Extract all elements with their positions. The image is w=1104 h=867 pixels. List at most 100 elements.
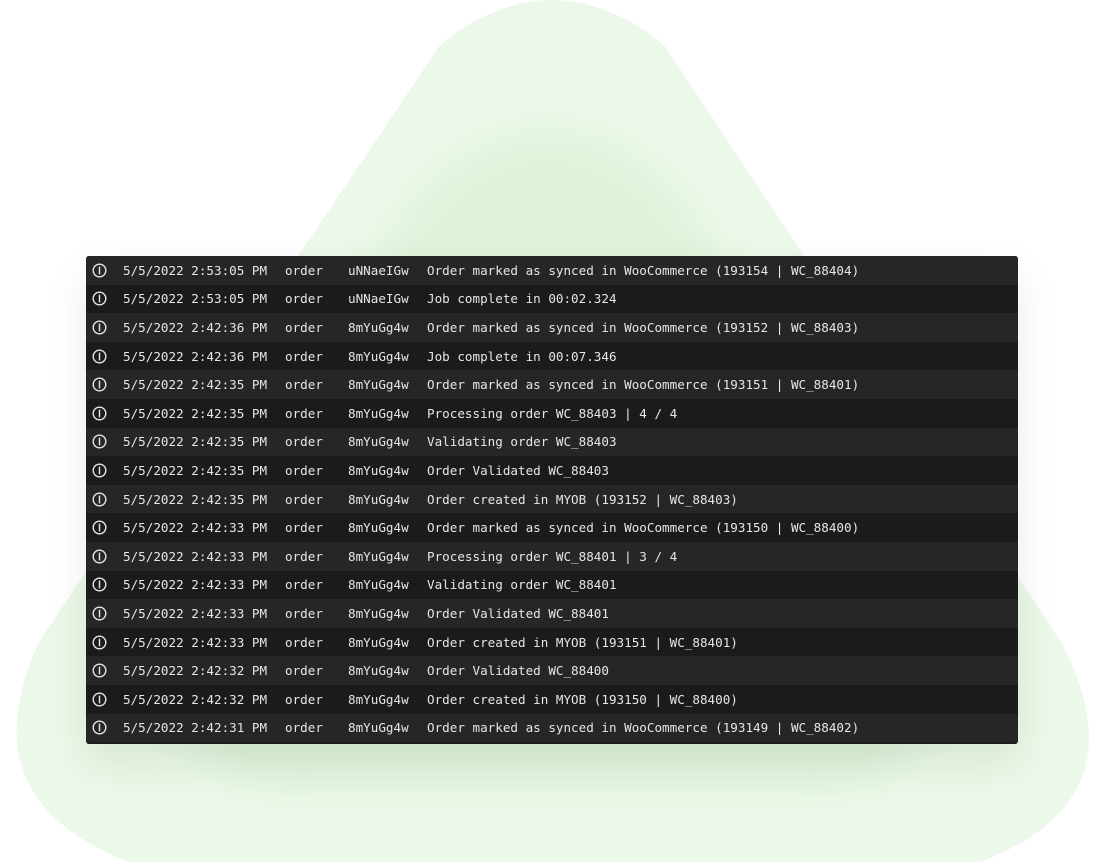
- log-job-id: 8mYuGg4w: [348, 348, 409, 364]
- log-row: 5/5/2022 2:42:35 PM order 8mYuGg4w Order Va…: [86, 456, 1018, 485]
- log-row: 5/5/2022 2:42:33 PM order 8mYuGg4w Processi…: [86, 541, 1018, 571]
- log-type: order: [285, 262, 323, 278]
- log-row: 5/5/2022 2:42:36 PM order 8mYuGg4w Order ma…: [86, 313, 1018, 342]
- log-type: order: [285, 405, 323, 421]
- log-message: Job complete in 00:02.324: [427, 291, 617, 307]
- log-timestamp: 5/5/2022 2:53:05 PM: [123, 262, 268, 278]
- log-type: order: [285, 691, 323, 707]
- log-timestamp: 5/5/2022 2:42:33 PM: [123, 605, 268, 621]
- info-icon: [92, 320, 107, 335]
- log-job-id: 8mYuGg4w: [348, 377, 409, 393]
- log-message: Order Validated WC_88403: [427, 462, 609, 478]
- log-type: order: [285, 319, 323, 335]
- log-job-id: 8mYuGg4w: [348, 577, 409, 593]
- log-message: Processing order WC_88401 | 3 / 4: [427, 548, 678, 564]
- info-icon: [92, 463, 107, 478]
- log-job-id: uNNaeIGw: [348, 262, 409, 278]
- log-job-id: 8mYuGg4w: [348, 434, 409, 450]
- log-row: 5/5/2022 2:42:33 PM order 8mYuGg4w Validati…: [86, 570, 1018, 600]
- info-icon: [92, 635, 107, 650]
- log-job-id: 8mYuGg4w: [348, 405, 409, 421]
- log-job-id: uNNaeIGw: [348, 291, 409, 307]
- log-timestamp: 5/5/2022 2:53:05 PM: [123, 291, 268, 307]
- log-row: 5/5/2022 2:42:35 PM order 8mYuGg4w Order cr…: [86, 484, 1018, 514]
- info-icon: [92, 663, 107, 678]
- log-row: 5/5/2022 2:42:35 PM order 8mYuGg4w Processi…: [86, 398, 1018, 428]
- log-row: 5/5/2022 2:42:36 PM order 8mYuGg4w Job comp…: [86, 341, 1018, 371]
- log-timestamp: 5/5/2022 2:42:33 PM: [123, 548, 268, 564]
- log-message: Validating order WC_88401: [427, 577, 617, 593]
- log-timestamp: 5/5/2022 2:42:32 PM: [123, 691, 268, 707]
- log-row: 5/5/2022 2:53:05 PM order uNNaeIGw Job comp…: [86, 284, 1018, 314]
- log-row: 5/5/2022 2:42:33 PM order 8mYuGg4w Order Va…: [86, 599, 1018, 628]
- log-type: order: [285, 720, 323, 736]
- log-timestamp: 5/5/2022 2:42:35 PM: [123, 462, 268, 478]
- log-message: Order created in MYOB (193152 | WC_88403…: [427, 491, 738, 507]
- info-icon: [92, 492, 107, 507]
- log-job-id: 8mYuGg4w: [348, 520, 409, 536]
- log-message: Order Validated WC_88400: [427, 663, 609, 679]
- log-row: 5/5/2022 2:42:33 PM order 8mYuGg4w Order cr…: [86, 627, 1018, 657]
- log-message: Order Validated WC_88401: [427, 605, 609, 621]
- log-type: order: [285, 605, 323, 621]
- info-icon: [92, 606, 107, 621]
- log-panel: 5/5/2022 2:53:05 PM order uNNaeIGw Order ma…: [86, 256, 1018, 744]
- log-job-id: 8mYuGg4w: [348, 462, 409, 478]
- log-timestamp: 5/5/2022 2:42:33 PM: [123, 634, 268, 650]
- log-message: Job complete in 00:07.346: [427, 348, 617, 364]
- log-job-id: 8mYuGg4w: [348, 548, 409, 564]
- log-timestamp: 5/5/2022 2:42:35 PM: [123, 377, 268, 393]
- log-message: Order created in MYOB (193150 | WC_88400…: [427, 691, 738, 707]
- log-job-id: 8mYuGg4w: [348, 605, 409, 621]
- log-type: order: [285, 377, 323, 393]
- info-icon: [92, 349, 107, 364]
- log-type: order: [285, 291, 323, 307]
- log-row: 5/5/2022 2:42:32 PM order 8mYuGg4w Order Va…: [86, 656, 1018, 685]
- log-job-id: 8mYuGg4w: [348, 663, 409, 679]
- log-job-id: 8mYuGg4w: [348, 634, 409, 650]
- log-type: order: [285, 663, 323, 679]
- log-message: Processing order WC_88403 | 4 / 4: [427, 405, 678, 421]
- info-icon: [92, 263, 107, 278]
- log-row: 5/5/2022 2:53:05 PM order uNNaeIGw Order ma…: [86, 256, 1018, 285]
- log-timestamp: 5/5/2022 2:42:31 PM: [123, 720, 268, 736]
- info-icon: [92, 434, 107, 449]
- log-timestamp: 5/5/2022 2:42:33 PM: [123, 520, 268, 536]
- info-icon: [92, 692, 107, 707]
- log-message: Order marked as synced in WooCommerce (1…: [427, 262, 860, 278]
- log-row: 5/5/2022 2:42:35 PM order 8mYuGg4w Order ma…: [86, 370, 1018, 399]
- log-message: Order marked as synced in WooCommerce (1…: [427, 377, 860, 393]
- log-type: order: [285, 462, 323, 478]
- log-timestamp: 5/5/2022 2:42:32 PM: [123, 663, 268, 679]
- log-row: 5/5/2022 2:42:31 PM order 8mYuGg4w Order ma…: [86, 713, 1018, 743]
- info-icon: [92, 377, 107, 392]
- info-icon: [92, 520, 107, 535]
- log-job-id: 8mYuGg4w: [348, 720, 409, 736]
- log-type: order: [285, 348, 323, 364]
- log-timestamp: 5/5/2022 2:42:35 PM: [123, 405, 268, 421]
- log-type: order: [285, 577, 323, 593]
- info-icon: [92, 549, 107, 564]
- log-message: Order created in MYOB (193151 | WC_88401…: [427, 634, 738, 650]
- log-message: Order marked as synced in WooCommerce (1…: [427, 720, 860, 736]
- log-timestamp: 5/5/2022 2:42:35 PM: [123, 491, 268, 507]
- info-icon: [92, 577, 107, 592]
- log-type: order: [285, 520, 323, 536]
- log-message: Validating order WC_88403: [427, 434, 617, 450]
- log-timestamp: 5/5/2022 2:42:36 PM: [123, 319, 268, 335]
- log-job-id: 8mYuGg4w: [348, 319, 409, 335]
- log-row: 5/5/2022 2:42:35 PM order 8mYuGg4w Validati…: [86, 427, 1018, 457]
- log-job-id: 8mYuGg4w: [348, 491, 409, 507]
- log-type: order: [285, 434, 323, 450]
- log-row: 5/5/2022 2:42:32 PM order 8mYuGg4w Order cr…: [86, 684, 1018, 714]
- log-row: 5/5/2022 2:42:33 PM order 8mYuGg4w Order ma…: [86, 513, 1018, 542]
- log-type: order: [285, 634, 323, 650]
- info-icon: [92, 720, 107, 735]
- log-timestamp: 5/5/2022 2:42:36 PM: [123, 348, 268, 364]
- log-message: Order marked as synced in WooCommerce (1…: [427, 520, 860, 536]
- log-message: Order marked as synced in WooCommerce (1…: [427, 319, 860, 335]
- info-icon: [92, 406, 107, 421]
- log-type: order: [285, 491, 323, 507]
- log-type: order: [285, 548, 323, 564]
- log-timestamp: 5/5/2022 2:42:35 PM: [123, 434, 268, 450]
